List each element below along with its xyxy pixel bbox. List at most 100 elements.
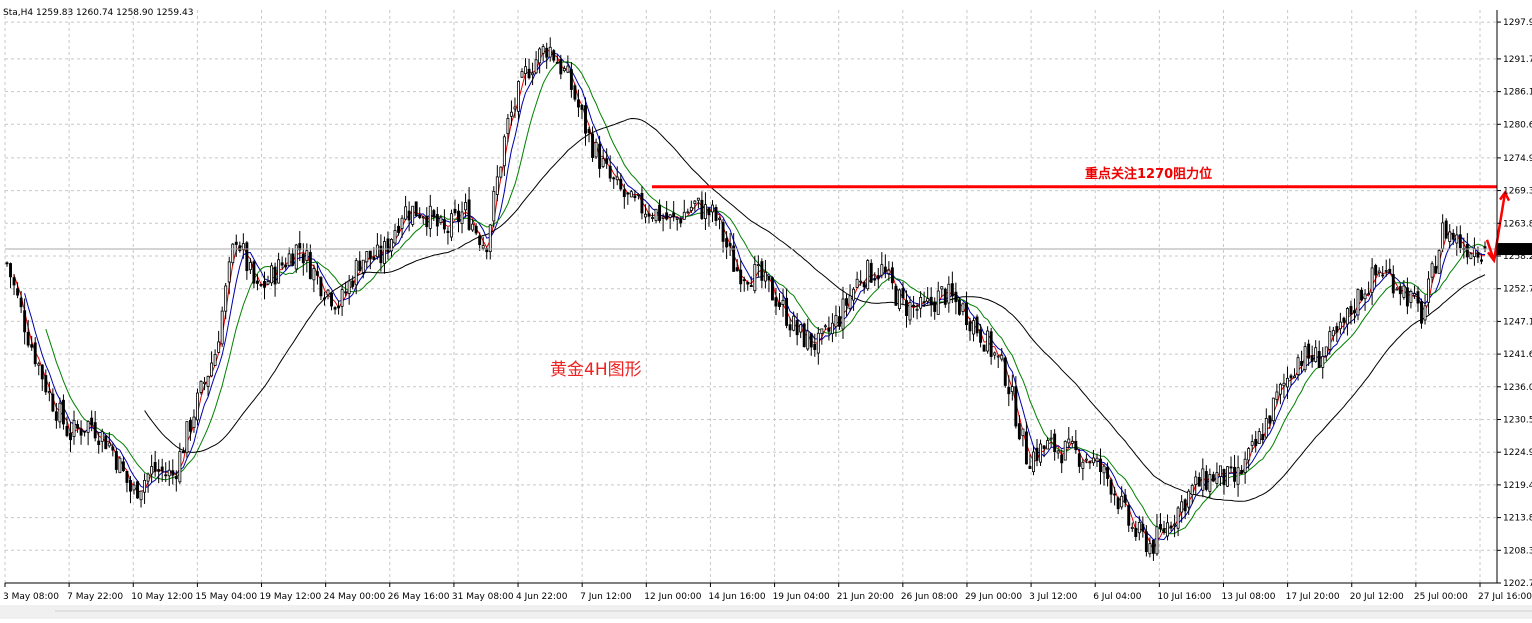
x-tick-label: 21 Jun 20:00	[837, 592, 894, 602]
candle-body	[1314, 347, 1318, 362]
candle-body	[901, 288, 905, 299]
candle-body	[915, 308, 919, 311]
candle-body	[104, 435, 108, 450]
candle-body	[954, 291, 958, 303]
candle-body	[1102, 465, 1106, 474]
candle-body	[273, 266, 277, 285]
candle-body	[1162, 528, 1166, 533]
candle-body	[1063, 440, 1067, 461]
candle-body	[1317, 351, 1321, 369]
candle-body	[1099, 458, 1102, 473]
candle-body	[150, 466, 154, 475]
bottom-scrollbar	[0, 605, 1532, 619]
candle-body	[1003, 357, 1007, 386]
candle-body	[196, 392, 199, 421]
x-tick-label: 24 May 00:00	[324, 592, 386, 602]
candle-body	[841, 298, 845, 330]
candle-body	[26, 331, 30, 346]
candle-body	[488, 224, 492, 253]
candle-body	[725, 238, 729, 248]
x-tick-label: 4 Jun 22:00	[516, 592, 568, 602]
candle-body	[248, 262, 252, 271]
x-tick-label: 12 Jun 00:00	[644, 592, 701, 602]
candle-body	[813, 343, 817, 350]
y-tick-label: 1269.35	[1503, 187, 1532, 197]
x-tick-label: 14 Jun 16:00	[708, 592, 765, 602]
candle-body	[855, 278, 859, 288]
candle-body	[1412, 293, 1416, 296]
candle-body	[492, 190, 496, 222]
candle-body	[1127, 505, 1131, 526]
candle-body	[1324, 346, 1328, 357]
candle-body	[665, 212, 669, 220]
candle-body	[93, 422, 97, 439]
candle-body	[326, 289, 330, 296]
candle-body	[785, 297, 789, 326]
candle-body	[33, 342, 37, 365]
candle-body	[742, 279, 746, 282]
candle-body	[739, 269, 743, 285]
candle-body	[689, 206, 693, 211]
candle-body	[1275, 391, 1279, 400]
candle-body	[1109, 479, 1113, 495]
candle-body	[820, 328, 824, 335]
candle-body	[351, 280, 355, 287]
candle-body	[121, 461, 125, 472]
candle-body	[552, 50, 556, 61]
candle-body	[753, 264, 757, 292]
candle-body	[615, 176, 619, 181]
candle-body	[1254, 438, 1258, 447]
candle-body	[1480, 259, 1483, 262]
candle-body	[703, 204, 707, 220]
candle-body	[982, 344, 986, 352]
candle-body	[450, 213, 453, 238]
candle-body	[178, 451, 182, 483]
x-tick-label: 26 May 16:00	[388, 592, 450, 602]
candle-body	[185, 421, 189, 454]
candle-body	[1215, 472, 1219, 484]
candle-body	[1451, 232, 1455, 240]
candle-body	[481, 245, 485, 249]
candle-body	[404, 206, 408, 220]
candle-body	[993, 352, 997, 356]
candle-body	[432, 210, 436, 218]
candle-body	[947, 283, 951, 304]
candle-body	[1423, 305, 1427, 321]
candle-body	[1240, 470, 1244, 474]
candle-body	[213, 353, 217, 366]
candle-body	[347, 280, 351, 294]
candle-body	[146, 473, 150, 482]
candle-body	[86, 420, 90, 433]
candle-body	[1046, 440, 1050, 450]
candle-body	[143, 480, 147, 493]
candle-body	[255, 280, 259, 284]
candle-body	[1455, 234, 1459, 244]
candle-body	[707, 208, 711, 216]
candle-body	[393, 230, 397, 244]
candle-body	[69, 432, 72, 441]
candle-body	[1416, 291, 1420, 304]
y-tick-label: 1213.85	[1503, 514, 1532, 524]
candle-body	[989, 331, 993, 357]
price-chart[interactable]: 1259.43 1297.951291.701286.151280.601274…	[0, 0, 1532, 619]
candle-body	[1331, 330, 1335, 337]
candle-body	[527, 68, 531, 79]
candle-body	[781, 299, 785, 305]
candle-body	[368, 250, 372, 260]
candle-body	[319, 277, 323, 297]
candle-body	[224, 285, 228, 312]
candle-body	[834, 315, 838, 328]
candle-body	[1363, 293, 1367, 300]
candle-body	[1074, 440, 1078, 451]
candle-body	[626, 192, 630, 195]
candle-body	[979, 329, 983, 343]
x-tick-label: 17 Jul 20:00	[1286, 592, 1340, 602]
x-tick-label: 7 Jun 12:00	[580, 592, 632, 602]
candle-body	[1243, 458, 1247, 473]
candle-body	[125, 470, 129, 483]
candle-body	[1169, 525, 1173, 529]
candle-body	[1218, 465, 1222, 477]
candle-body	[414, 201, 418, 217]
candle-body	[862, 282, 866, 288]
candle-body	[936, 290, 940, 315]
